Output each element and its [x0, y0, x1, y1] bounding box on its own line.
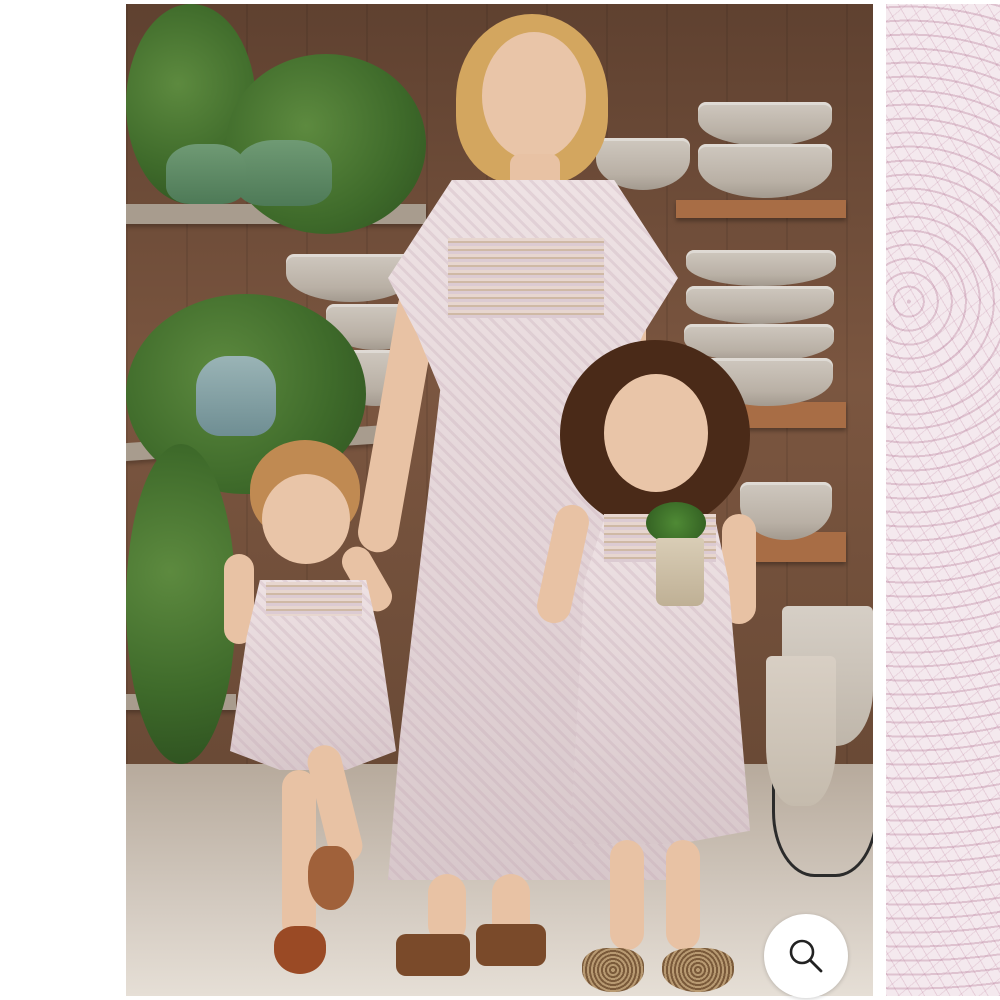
- main-product-photo[interactable]: [126, 4, 873, 996]
- zoom-button[interactable]: [764, 914, 848, 998]
- frog-planter: [236, 140, 332, 206]
- mother-face: [482, 32, 586, 160]
- toddler-face: [262, 474, 350, 564]
- fabric-detail-photo[interactable]: [886, 4, 1000, 996]
- magnifier-icon: [789, 939, 823, 973]
- girl-leg-right: [666, 840, 700, 950]
- mother-sandal-right: [476, 924, 546, 966]
- toddler-shoe-right: [308, 846, 354, 910]
- plant: [126, 444, 236, 764]
- mother-sandal-left: [396, 934, 470, 976]
- mother-dress-smocking: [448, 238, 604, 318]
- shelf-top-right: [676, 200, 846, 218]
- girl-face: [604, 374, 708, 492]
- clay-pot: [766, 656, 836, 806]
- girl-shoe-left: [582, 948, 644, 992]
- toddler-dress-smocking: [266, 582, 362, 616]
- flower-pot: [656, 538, 704, 606]
- toddler-shoe-left: [274, 926, 326, 974]
- girl-shoe-right: [662, 948, 734, 992]
- girl-leg-left: [610, 840, 644, 950]
- green-pot: [166, 144, 246, 204]
- frog-planter: [196, 356, 276, 436]
